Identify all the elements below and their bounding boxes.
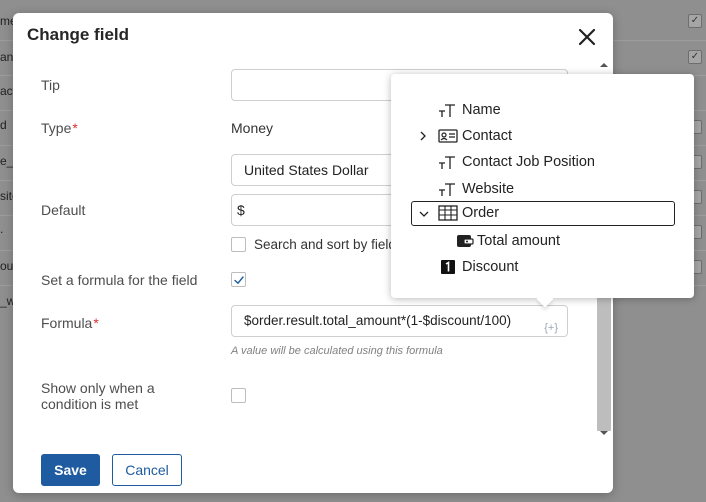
dialog-title: Change field [27, 25, 130, 44]
text-field-icon [439, 156, 455, 169]
show-condition-label: Show only when a condition is met [41, 380, 155, 412]
tree-item-name[interactable]: Name [438, 98, 638, 122]
type-value: Money [231, 120, 274, 136]
close-button[interactable] [575, 25, 599, 49]
table-icon [438, 205, 458, 221]
insert-field-button[interactable]: {+} [544, 313, 558, 343]
tree-item-contact-job-position[interactable]: Contact Job Position [438, 150, 668, 174]
contact-card-icon [438, 129, 458, 143]
bg-text-fragment: . [0, 222, 4, 236]
tip-label: Tip [41, 77, 60, 93]
wallet-icon [457, 235, 474, 247]
set-formula-checkbox[interactable] [231, 272, 246, 287]
tree-item-label: Total amount [477, 233, 561, 249]
checkmark-icon [234, 276, 244, 284]
tree-item-label: Contact Job Position [462, 154, 595, 170]
tree-item-website[interactable]: Website [438, 177, 638, 201]
type-label-text: Type [41, 120, 72, 136]
search-sort-checkbox[interactable] [231, 237, 246, 252]
tree-item-label: Contact [462, 128, 512, 144]
formula-label: Formula* [41, 315, 99, 331]
bg-text-fragment: e_ [0, 154, 14, 168]
formula-input[interactable]: $order.result.total_amount*(1-$discount/… [231, 305, 568, 337]
chevron-down-icon[interactable] [419, 209, 429, 219]
formula-label-text: Formula [41, 315, 93, 331]
default-label: Default [41, 202, 86, 218]
field-tree-popup: Name Contact Contact Job Position Websit… [391, 74, 694, 308]
chevron-right-icon[interactable] [418, 131, 428, 141]
type-label: Type* [41, 120, 78, 136]
tree-item-label: Discount [462, 259, 519, 275]
scroll-up-icon[interactable] [600, 61, 608, 69]
cancel-button[interactable]: Cancel [112, 454, 182, 486]
text-field-icon [439, 183, 455, 196]
tree-item-order[interactable]: Order [411, 201, 675, 226]
tree-item-label: Order [462, 205, 500, 221]
show-condition-checkbox[interactable] [231, 388, 246, 403]
required-asterisk: * [93, 315, 99, 331]
close-icon [578, 28, 596, 46]
show-condition-label-line2: condition is met [41, 396, 139, 412]
required-asterisk: * [72, 120, 78, 136]
tree-item-label: Website [462, 181, 515, 197]
tree-item-total-amount[interactable]: Total amount [455, 229, 655, 253]
bg-checkbox: ✓ [688, 50, 702, 64]
tree-item-discount[interactable]: Discount [440, 255, 640, 279]
bg-checkbox: ✓ [688, 14, 702, 28]
scroll-down-icon[interactable] [600, 429, 608, 437]
formula-hint: A value will be calculated using this fo… [231, 345, 443, 357]
number-icon [441, 260, 455, 274]
tree-item-label: Name [462, 102, 501, 118]
search-sort-label: Search and sort by field [254, 237, 396, 252]
show-condition-label-line1: Show only when a [41, 380, 155, 396]
formula-value: $order.result.total_amount*(1-$discount/… [244, 313, 512, 328]
save-button[interactable]: Save [41, 454, 100, 486]
tree-item-contact[interactable]: Contact [418, 124, 618, 148]
bg-text-fragment: d [0, 118, 7, 132]
set-formula-label: Set a formula for the field [41, 272, 198, 288]
text-field-icon [439, 104, 455, 117]
